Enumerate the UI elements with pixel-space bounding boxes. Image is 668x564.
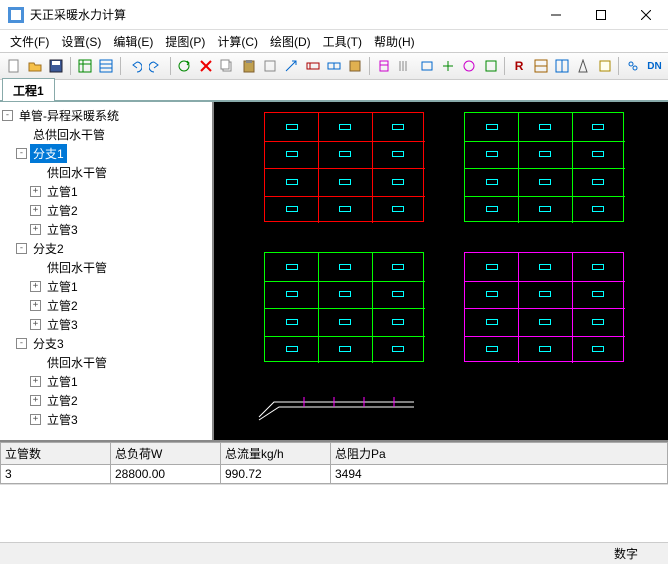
- tool-h-icon[interactable]: [417, 56, 436, 76]
- menu-draw[interactable]: 绘图(D): [264, 31, 317, 52]
- tool-k-icon[interactable]: [481, 56, 500, 76]
- tool-b-icon[interactable]: [282, 56, 301, 76]
- tree-branch3-supply[interactable]: 供回水干管: [2, 353, 210, 372]
- results-grid-area: 立管数 总负荷W 总流量kg/h 总阻力Pa 3 28800.00 990.72…: [0, 440, 668, 542]
- tree-branch2[interactable]: -分支2: [2, 239, 210, 258]
- compass-icon[interactable]: [574, 56, 593, 76]
- tree-branch3-riser3[interactable]: +立管3: [2, 410, 210, 429]
- tool-i-icon[interactable]: [438, 56, 457, 76]
- tree-branch1-riser3[interactable]: +立管3: [2, 220, 210, 239]
- tree-branch2-riser2[interactable]: +立管2: [2, 296, 210, 315]
- menu-help[interactable]: 帮助(H): [368, 31, 421, 52]
- save-icon[interactable]: [47, 56, 66, 76]
- tree-branch1-supply[interactable]: 供回水干管: [2, 163, 210, 182]
- paste-icon[interactable]: [239, 56, 258, 76]
- table2-icon[interactable]: [97, 56, 116, 76]
- tree-branch2-riser3[interactable]: +立管3: [2, 315, 210, 334]
- copy-icon[interactable]: [217, 56, 236, 76]
- tree-main-supply[interactable]: 总供回水干管: [2, 125, 210, 144]
- book-icon[interactable]: [595, 56, 614, 76]
- title-bar: 天正采暖水力计算: [0, 0, 668, 30]
- grid1-icon[interactable]: [531, 56, 550, 76]
- tree-branch1[interactable]: -分支1: [2, 144, 210, 163]
- tree-panel[interactable]: -单管-异程采暖系统 总供回水干管 -分支1 供回水干管 +立管1 +立管2 +…: [0, 102, 214, 440]
- menu-file[interactable]: 文件(F): [4, 31, 55, 52]
- tree-branch3-riser1[interactable]: +立管1: [2, 372, 210, 391]
- r-icon[interactable]: R: [509, 56, 528, 76]
- tool-d-icon[interactable]: [324, 56, 343, 76]
- col-flow[interactable]: 总流量kg/h: [221, 443, 331, 465]
- new-icon[interactable]: [4, 56, 23, 76]
- tool-a-icon[interactable]: [260, 56, 279, 76]
- maximize-button[interactable]: [578, 0, 623, 30]
- tree-root[interactable]: -单管-异程采暖系统: [2, 106, 210, 125]
- menu-calc[interactable]: 计算(C): [211, 31, 264, 52]
- grid2-icon[interactable]: [552, 56, 571, 76]
- open-icon[interactable]: [25, 56, 44, 76]
- tree-branch1-riser1[interactable]: +立管1: [2, 182, 210, 201]
- close-button[interactable]: [623, 0, 668, 30]
- menu-tools[interactable]: 工具(T): [317, 31, 368, 52]
- menu-bar: 文件(F) 设置(S) 编辑(E) 提图(P) 计算(C) 绘图(D) 工具(T…: [0, 30, 668, 52]
- col-load[interactable]: 总负荷W: [111, 443, 221, 465]
- doc-tabstrip: 工程1: [0, 80, 668, 102]
- status-bar: 数字: [0, 542, 668, 564]
- tool-j-icon[interactable]: [460, 56, 479, 76]
- toolbar: R DN: [0, 52, 668, 80]
- col-resist[interactable]: 总阻力Pa: [331, 443, 668, 465]
- tool-e-icon[interactable]: [346, 56, 365, 76]
- link-icon[interactable]: [623, 56, 642, 76]
- tree-branch3-riser2[interactable]: +立管2: [2, 391, 210, 410]
- minimize-button[interactable]: [533, 0, 578, 30]
- col-riser-count[interactable]: 立管数: [1, 443, 111, 465]
- tree-branch3[interactable]: -分支3: [2, 334, 210, 353]
- app-icon: [8, 7, 24, 23]
- table1-icon[interactable]: [75, 56, 94, 76]
- menu-edit[interactable]: 编辑(E): [107, 31, 159, 52]
- drawing-canvas[interactable]: [214, 102, 668, 440]
- grid-empty-area: [0, 484, 668, 542]
- undo-icon[interactable]: [125, 56, 144, 76]
- redo-icon[interactable]: [146, 56, 165, 76]
- tree-branch1-riser2[interactable]: +立管2: [2, 201, 210, 220]
- dn-icon[interactable]: DN: [645, 56, 664, 76]
- delete-icon[interactable]: [196, 56, 215, 76]
- menu-settings[interactable]: 设置(S): [55, 31, 107, 52]
- tool-c-icon[interactable]: [303, 56, 322, 76]
- window-title: 天正采暖水力计算: [30, 6, 533, 23]
- status-indicator: 数字: [614, 545, 638, 562]
- tool-g-icon[interactable]: [396, 56, 415, 76]
- menu-pick[interactable]: 提图(P): [159, 31, 211, 52]
- refresh-icon[interactable]: [175, 56, 194, 76]
- tool-f-icon[interactable]: [374, 56, 393, 76]
- tree-branch2-supply[interactable]: 供回水干管: [2, 258, 210, 277]
- tree-branch2-riser1[interactable]: +立管1: [2, 277, 210, 296]
- results-grid: 立管数 总负荷W 总流量kg/h 总阻力Pa 3 28800.00 990.72…: [0, 442, 668, 484]
- table-row[interactable]: 3 28800.00 990.72 3494: [1, 465, 668, 484]
- doc-tab[interactable]: 工程1: [2, 78, 55, 101]
